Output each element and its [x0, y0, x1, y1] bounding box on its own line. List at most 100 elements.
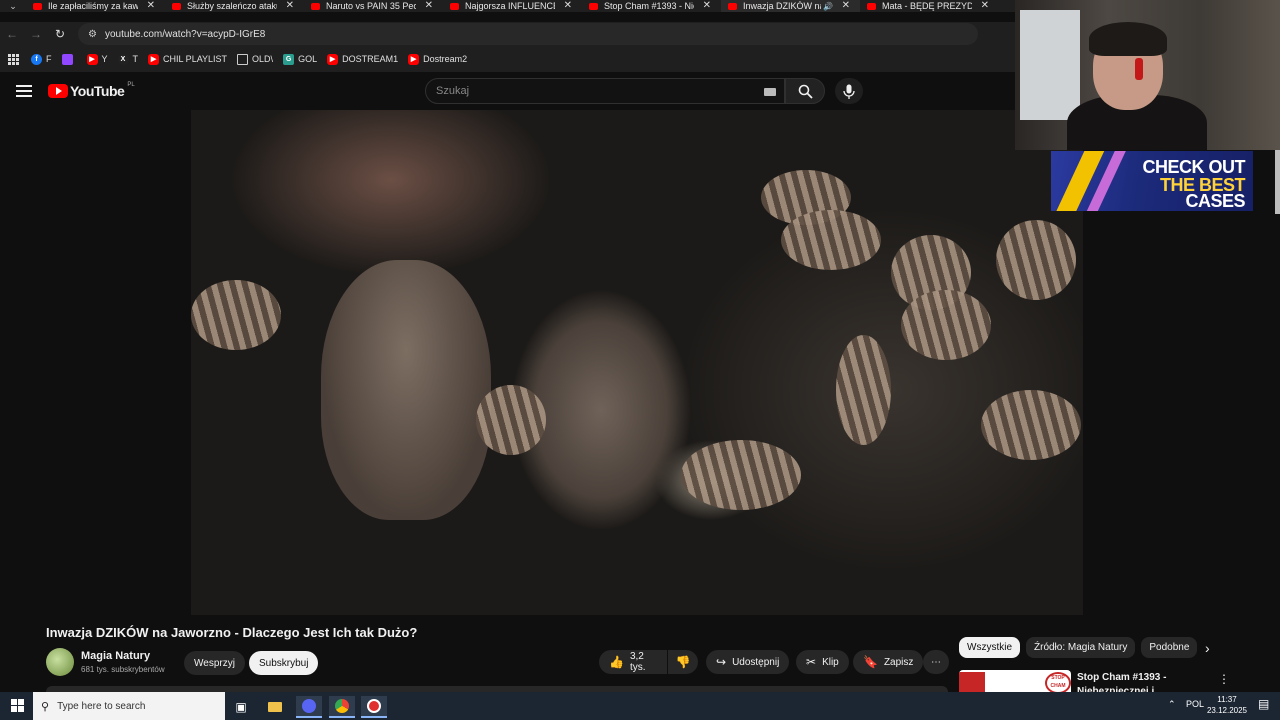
recommended-video-title[interactable]: Stop Cham #1393 - Niebezpiecznej i chams…: [1077, 671, 1197, 693]
search-input[interactable]: Szukaj: [425, 78, 785, 104]
piglet: [476, 385, 546, 455]
bookmark-f[interactable]: fF: [31, 53, 52, 65]
bookmark-folder-old[interactable]: OLD\: [237, 53, 273, 65]
search-icon: ⚲: [41, 700, 50, 713]
chrome-icon[interactable]: [329, 696, 355, 718]
bookmark-label: CHIL PLAYLIST: [163, 54, 228, 64]
menu-icon[interactable]: [16, 85, 32, 97]
channel-name[interactable]: Magia Natury: [81, 650, 150, 662]
more-horizontal-icon: ⋯: [931, 656, 941, 668]
dislike-button[interactable]: 👎: [668, 650, 698, 674]
taskbar-search-placeholder: Type here to search: [57, 700, 146, 712]
channel-avatar[interactable]: [46, 648, 74, 676]
subscribe-button[interactable]: Subskrybuj: [249, 651, 319, 675]
apps-grid-icon[interactable]: [8, 53, 19, 65]
support-button[interactable]: Wesprzyj: [184, 651, 245, 675]
clock-date: 23.12.2025: [1206, 706, 1248, 715]
clock-time: 11:37: [1217, 695, 1237, 704]
ad-banner[interactable]: CHECK OUT THE BEST CASES: [1051, 151, 1253, 211]
close-icon[interactable]: ✕: [147, 0, 155, 12]
microphone-icon: [843, 84, 855, 99]
streamer-hair: [1089, 22, 1167, 56]
more-actions-button[interactable]: ⋯: [923, 650, 949, 674]
like-button[interactable]: 👍 3,2 tys.: [599, 650, 667, 674]
youtube-icon: [450, 2, 459, 10]
close-icon[interactable]: ✕: [425, 0, 433, 12]
browser-tab[interactable]: Ile zapłaciliśmy za kawałe ✕: [26, 0, 165, 12]
tab-title: Mata - BĘDĘ PREZYDENT: [882, 1, 972, 11]
close-icon[interactable]: ✕: [703, 0, 711, 12]
chevron-right-icon[interactable]: ›: [1205, 640, 1210, 656]
thumbs-down-icon: 👎: [675, 655, 691, 669]
speaker-icon[interactable]: 🔊: [823, 2, 833, 11]
windows-taskbar: ⚲ Type here to search ▣ ⌃ POL 11:37 23.1…: [0, 692, 1280, 720]
bookmark-label: GOL: [298, 54, 318, 64]
reload-icon[interactable]: ↻: [48, 27, 72, 41]
tab-title: Inwazja DZIKÓW na Ja: [743, 1, 821, 11]
tab-title: Stop Cham #1393 - Niebe: [604, 1, 694, 11]
save-button[interactable]: 🔖 Zapisz: [853, 650, 924, 674]
scrollbar-thumb[interactable]: [1275, 150, 1280, 214]
site-info-icon[interactable]: ⚙: [88, 29, 97, 40]
video-player[interactable]: [191, 110, 1083, 615]
bookmark-chil-playlist[interactable]: ▶ CHIL PLAYLIST: [148, 53, 228, 65]
piglet: [981, 390, 1081, 460]
back-arrow-icon[interactable]: ←: [0, 27, 24, 41]
browser-tab-active[interactable]: Inwazja DZIKÓW na Ja🔊 ✕: [721, 0, 860, 12]
close-icon[interactable]: ✕: [564, 0, 572, 12]
recommended-video-thumbnail[interactable]: STOP CHAM: [959, 670, 1071, 694]
obs-icon[interactable]: [361, 696, 387, 718]
folder-icon: [237, 53, 249, 65]
browser-tab[interactable]: Najgorsza INFLUENCERKA ✕: [443, 0, 582, 12]
close-icon[interactable]: ✕: [981, 0, 989, 12]
close-icon[interactable]: ✕: [842, 0, 850, 12]
windows-start-icon[interactable]: [11, 699, 24, 712]
notification-icon[interactable]: ▤: [1258, 697, 1269, 711]
tab-search-button[interactable]: ⌄: [0, 0, 26, 12]
bookmark-dostream2[interactable]: ▶ Dostream2: [408, 53, 467, 65]
bookmark-t[interactable]: XT: [117, 53, 138, 65]
piglet: [781, 210, 881, 270]
share-button[interactable]: ↪ Udostępnij: [706, 650, 790, 674]
taskbar-search[interactable]: ⚲ Type here to search: [33, 692, 225, 720]
close-icon[interactable]: ✕: [286, 0, 294, 12]
clip-button[interactable]: ✂ Klip: [796, 650, 849, 674]
piglet: [681, 440, 801, 510]
wild-boar-sow: [321, 260, 491, 520]
keyboard-icon[interactable]: [764, 88, 776, 96]
bookmark-dostream1[interactable]: ▶ DOSTREAM1: [327, 53, 398, 65]
video-title: Inwazja DZIKÓW na Jaworzno - Dlaczego Je…: [46, 625, 418, 640]
tray-chevron-up-icon[interactable]: ⌃: [1168, 699, 1176, 710]
forward-arrow-icon[interactable]: →: [24, 27, 48, 41]
task-view-icon[interactable]: ▣: [228, 696, 254, 718]
more-vertical-icon[interactable]: ⋮: [1218, 672, 1230, 686]
chip-source[interactable]: Źródło: Magia Natury: [1026, 637, 1136, 658]
bookmark-twitch[interactable]: [61, 53, 77, 65]
search-button[interactable]: [785, 78, 825, 104]
thumbs-up-icon: 👍: [609, 655, 624, 669]
thumbnail-graphic: [959, 672, 985, 694]
url-text: youtube.com/watch?v=acypD-IGrE8: [104, 28, 266, 40]
bookmark-label: F: [46, 54, 52, 64]
bookmark-gol[interactable]: G GOL: [283, 53, 318, 65]
input-language[interactable]: POL: [1186, 699, 1204, 709]
browser-tab[interactable]: Naruto vs PAIN 35 People ✕: [304, 0, 443, 12]
file-explorer-icon[interactable]: [262, 696, 288, 718]
browser-tab[interactable]: Stop Cham #1393 - Niebe ✕: [582, 0, 721, 12]
screen: ⌄ Ile zapłaciliśmy za kawałe ✕ Służby sza…: [0, 0, 1280, 720]
youtube-logo[interactable]: YouTube PL: [48, 82, 135, 99]
browser-tab[interactable]: Służby szaleńczo atakują ✕: [165, 0, 304, 12]
browser-tab[interactable]: Mata - BĘDĘ PREZYDENT ✕: [860, 0, 999, 12]
chip-all[interactable]: Wszystkie: [959, 637, 1020, 658]
share-label: Udostępnij: [732, 656, 780, 668]
youtube-icon: ▶: [86, 53, 98, 65]
url-field[interactable]: ⚙ youtube.com/watch?v=acypD-IGrE8: [78, 23, 978, 45]
system-clock[interactable]: 11:37 23.12.2025: [1203, 694, 1251, 716]
voice-search-button[interactable]: [835, 78, 863, 104]
chip-related[interactable]: Podobne: [1141, 637, 1198, 658]
stop-cham-logo: STOP CHAM: [1045, 672, 1071, 694]
bookmark-y[interactable]: ▶ Y: [86, 53, 108, 65]
youtube-icon: [589, 2, 598, 10]
discord-icon[interactable]: [296, 696, 322, 718]
logo-text: YouTube: [70, 83, 125, 99]
